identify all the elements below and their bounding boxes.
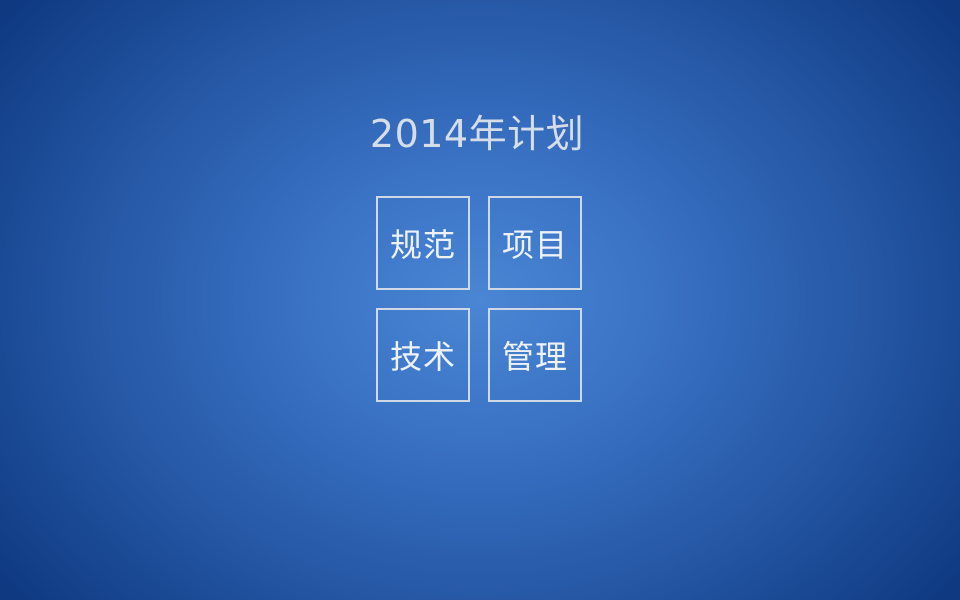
tile-label: 管理 — [501, 338, 568, 376]
slide-title: 2014年计划 — [369, 112, 585, 156]
tile-label: 项目 — [501, 226, 568, 264]
tile-label: 规范 — [389, 226, 456, 264]
tile-projects[interactable]: 项目 — [488, 196, 582, 290]
slide: 2014年计划 规范 项目 技术 管理 — [0, 0, 960, 600]
tile-guidelines[interactable]: 规范 — [376, 196, 470, 290]
tile-label: 技术 — [389, 338, 456, 376]
tile-management[interactable]: 管理 — [488, 308, 582, 402]
tile-technology[interactable]: 技术 — [376, 308, 470, 402]
